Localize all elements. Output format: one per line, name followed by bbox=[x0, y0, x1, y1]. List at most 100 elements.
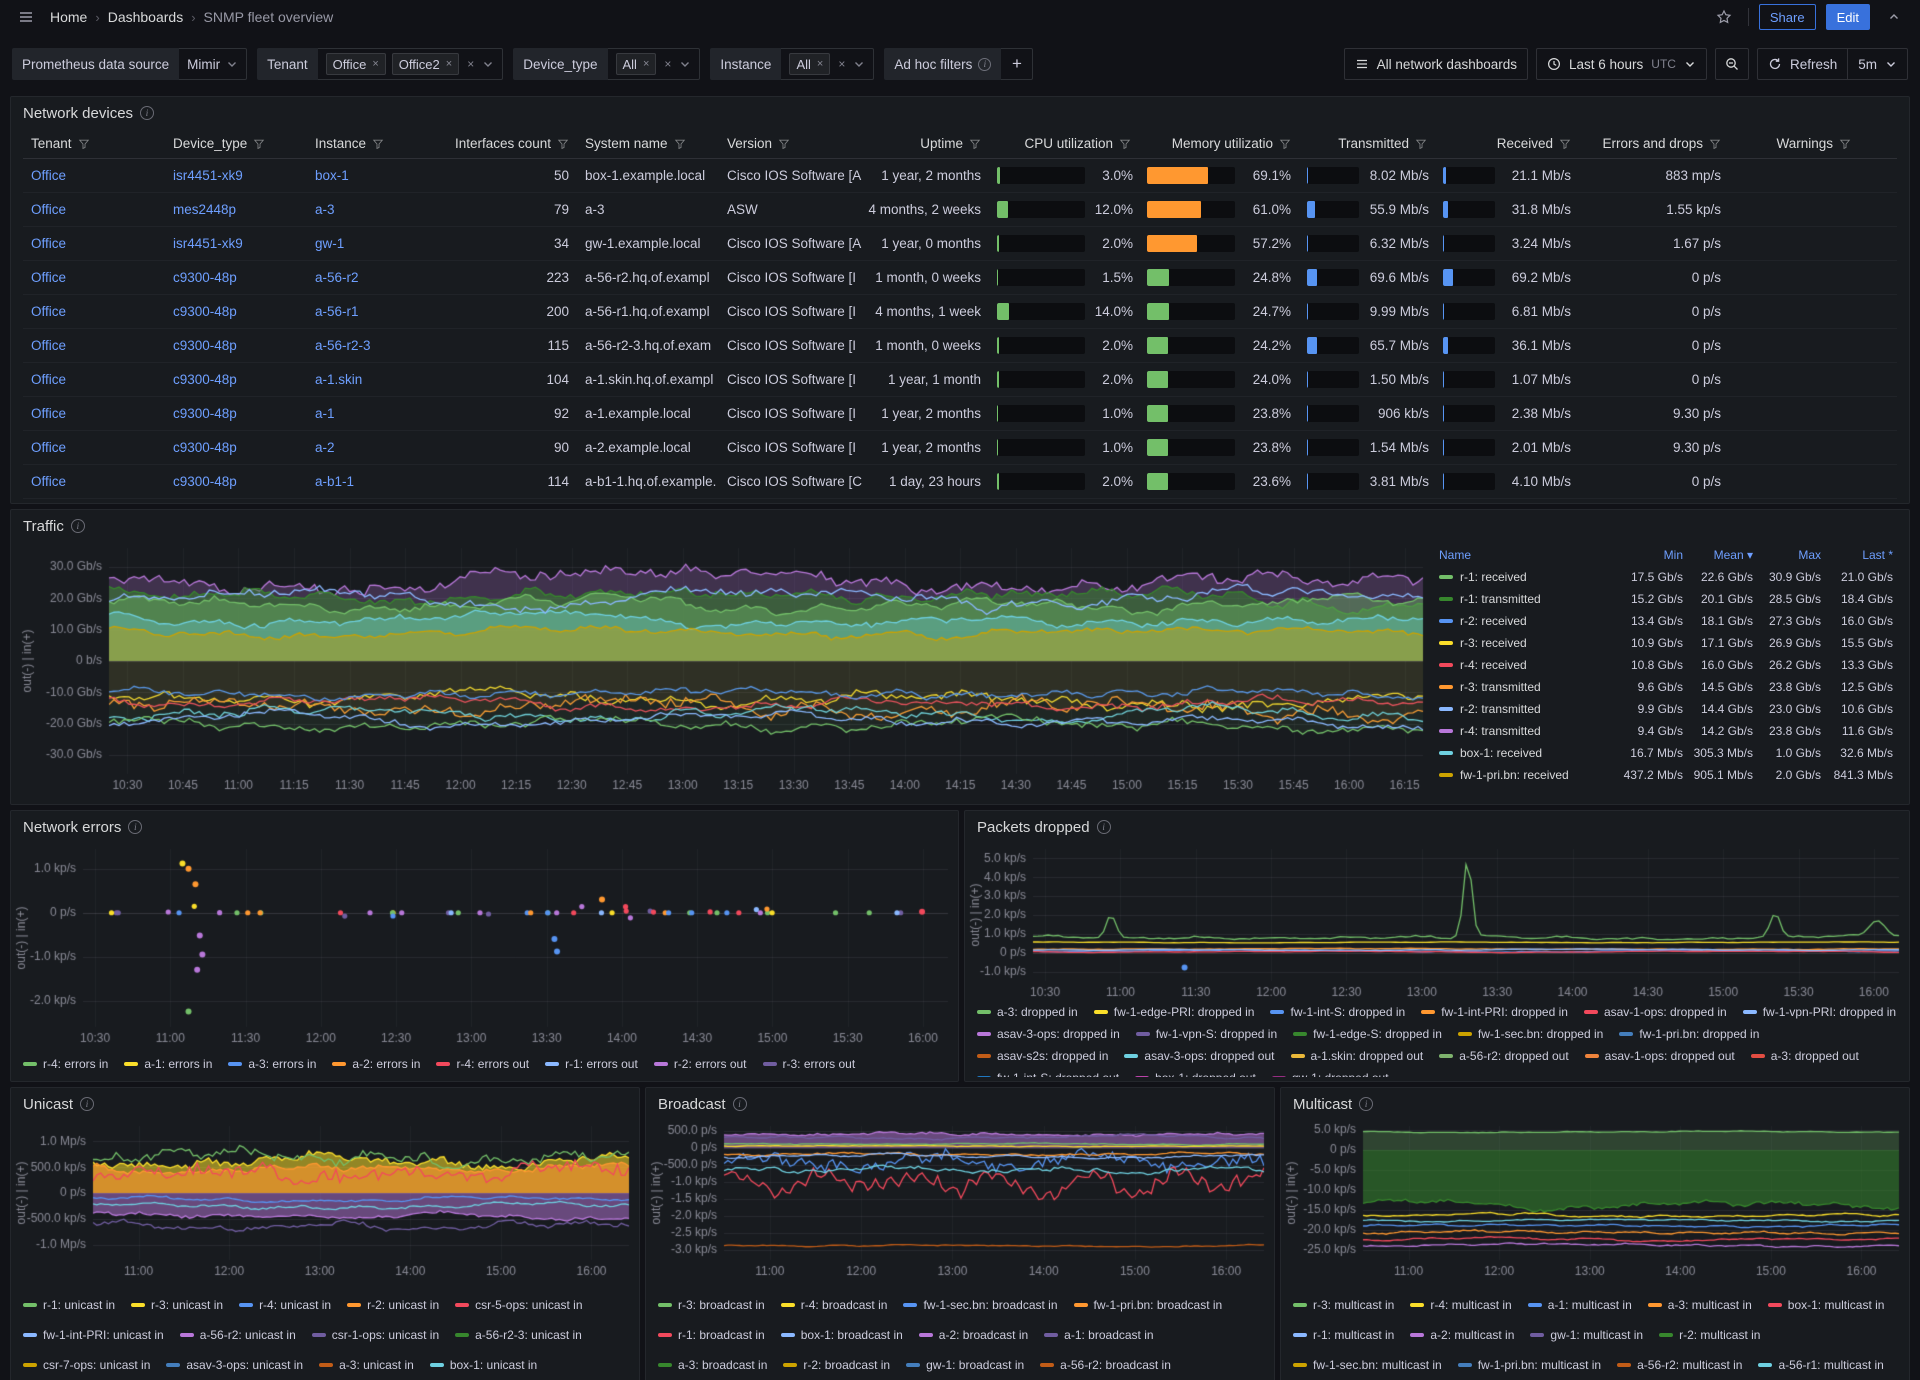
zoom-out-button[interactable] bbox=[1715, 48, 1749, 80]
legend-series[interactable]: r-2: received bbox=[1439, 614, 1611, 628]
legend-column-header[interactable]: Max bbox=[1753, 548, 1821, 562]
clear-icon[interactable]: × bbox=[838, 57, 845, 71]
instance-link[interactable]: a-56-r1 bbox=[315, 304, 359, 319]
instance-link[interactable]: a-1.skin bbox=[315, 372, 362, 387]
legend-series[interactable]: r-3: transmitted bbox=[1439, 680, 1611, 694]
legend-column-header[interactable]: Mean ▾ bbox=[1683, 548, 1753, 562]
legend-item[interactable]: a-56-r2: unicast in bbox=[180, 1320, 296, 1350]
clear-icon[interactable]: × bbox=[467, 57, 474, 71]
remove-icon[interactable]: × bbox=[817, 58, 823, 70]
info-icon[interactable]: i bbox=[71, 519, 85, 533]
star-dashboard-button[interactable] bbox=[1710, 3, 1738, 31]
filter-value-chip[interactable]: All× bbox=[789, 53, 830, 75]
column-header-label[interactable]: Uptime bbox=[920, 136, 963, 151]
legend-item[interactable]: a-56-r2-3: unicast in bbox=[455, 1320, 582, 1350]
legend-item[interactable]: a-1: broadcast in bbox=[1044, 1320, 1153, 1350]
filter-icon[interactable] bbox=[969, 138, 981, 150]
device-type-link[interactable]: c9300-48p bbox=[173, 372, 237, 387]
legend-item[interactable]: a-1.skin: dropped out bbox=[1291, 1045, 1424, 1067]
legend-item[interactable]: r-2: unicast in bbox=[347, 1290, 439, 1320]
legend-item[interactable]: fw-1-edge-S: dropped in bbox=[1293, 1023, 1442, 1045]
legend-item[interactable]: r-2: multicast in bbox=[1659, 1320, 1760, 1350]
instance-link[interactable]: a-56-r2 bbox=[315, 270, 359, 285]
device-type-link[interactable]: c9300-48p bbox=[173, 474, 237, 489]
legend-item[interactable]: a-2: errors in bbox=[332, 1051, 420, 1077]
legend-item[interactable]: a-3: errors in bbox=[228, 1051, 316, 1077]
refresh-interval-select[interactable]: 5m bbox=[1847, 49, 1907, 79]
legend-series[interactable]: r-1: transmitted bbox=[1439, 592, 1611, 606]
column-header-label[interactable]: Instance bbox=[315, 136, 366, 151]
legend-item[interactable]: fw-1-int-PRI: unicast in bbox=[23, 1320, 164, 1350]
legend-item[interactable]: r-1: broadcast in bbox=[658, 1320, 765, 1350]
legend-item[interactable]: box-1: dropped out bbox=[1135, 1067, 1256, 1077]
breadcrumb-dashboards[interactable]: Dashboards bbox=[108, 9, 184, 25]
filter-icon[interactable] bbox=[557, 138, 569, 150]
menu-toggle-button[interactable] bbox=[12, 3, 40, 31]
device-type-link[interactable]: c9300-48p bbox=[173, 406, 237, 421]
all-network-dashboards-button[interactable]: All network dashboards bbox=[1344, 48, 1528, 80]
legend-column-header[interactable]: Last * bbox=[1821, 548, 1893, 562]
tenant-link[interactable]: Office bbox=[31, 236, 66, 251]
legend-item[interactable]: a-1: errors in bbox=[124, 1051, 212, 1077]
legend-item[interactable]: a-56-r1: multicast in bbox=[1758, 1350, 1883, 1380]
legend-item[interactable]: fw-1-sec.bn: dropped in bbox=[1458, 1023, 1603, 1045]
legend-item[interactable]: asav-1-ops: dropped out bbox=[1585, 1045, 1735, 1067]
device-type-link[interactable]: mes2448p bbox=[173, 202, 236, 217]
instance-link[interactable]: box-1 bbox=[315, 168, 349, 183]
legend-item[interactable]: fw-1-int-S: dropped out bbox=[977, 1067, 1119, 1077]
tenant-link[interactable]: Office bbox=[31, 406, 66, 421]
legend-item[interactable]: r-1: multicast in bbox=[1293, 1320, 1394, 1350]
column-header-label[interactable]: Received bbox=[1497, 136, 1553, 151]
clear-icon[interactable]: × bbox=[664, 57, 671, 71]
legend-item[interactable]: a-3: broadcast in bbox=[658, 1350, 767, 1380]
filter-icon[interactable] bbox=[778, 138, 790, 150]
tenant-link[interactable]: Office bbox=[31, 270, 66, 285]
device-type-link[interactable]: c9300-48p bbox=[173, 304, 237, 319]
legend-item[interactable]: fw-1-pri.bn: multicast in bbox=[1458, 1350, 1601, 1380]
multicast-chart[interactable] bbox=[1281, 1120, 1909, 1280]
tenant-link[interactable]: Office bbox=[31, 304, 66, 319]
filter-icon[interactable] bbox=[78, 138, 90, 150]
legend-column-header[interactable]: Min bbox=[1611, 548, 1683, 562]
device-type-link[interactable]: c9300-48p bbox=[173, 270, 237, 285]
info-icon[interactable]: i bbox=[733, 1097, 747, 1111]
share-button[interactable]: Share bbox=[1759, 4, 1816, 30]
info-icon[interactable]: i bbox=[80, 1097, 94, 1111]
filter-icon[interactable] bbox=[1559, 138, 1571, 150]
tenant-link[interactable]: Office bbox=[31, 474, 66, 489]
legend-item[interactable]: r-3: errors out bbox=[763, 1051, 856, 1077]
legend-item[interactable]: r-4: multicast in bbox=[1410, 1290, 1511, 1320]
filter-icon[interactable] bbox=[372, 138, 384, 150]
legend-item[interactable]: r-4: errors out bbox=[436, 1051, 529, 1077]
edit-button[interactable]: Edit bbox=[1826, 4, 1870, 30]
legend-item[interactable]: a-2: broadcast in bbox=[919, 1320, 1028, 1350]
legend-item[interactable]: r-2: broadcast in bbox=[783, 1350, 890, 1380]
device-type-link[interactable]: c9300-48p bbox=[173, 440, 237, 455]
legend-item[interactable]: a-3: unicast in bbox=[319, 1350, 414, 1380]
info-icon[interactable]: i bbox=[978, 58, 991, 71]
unicast-chart[interactable] bbox=[11, 1120, 639, 1280]
legend-item[interactable]: a-3: dropped out bbox=[1751, 1045, 1859, 1067]
legend-item[interactable]: fw-1-sec.bn: multicast in bbox=[1293, 1350, 1442, 1380]
legend-item[interactable]: fw-1-int-S: dropped in bbox=[1270, 1001, 1405, 1023]
legend-series[interactable]: r-4: received bbox=[1439, 658, 1611, 672]
legend-item[interactable]: csr-5-ops: unicast in bbox=[455, 1290, 582, 1320]
info-icon[interactable]: i bbox=[1097, 820, 1111, 834]
legend-item[interactable]: a-1: multicast in bbox=[1528, 1290, 1632, 1320]
info-icon[interactable]: i bbox=[128, 820, 142, 834]
legend-item[interactable]: r-3: unicast in bbox=[131, 1290, 223, 1320]
remove-icon[interactable]: × bbox=[372, 58, 378, 70]
packets-dropped-chart[interactable] bbox=[965, 843, 1909, 1001]
tenant-link[interactable]: Office bbox=[31, 372, 66, 387]
legend-item[interactable]: gw-1: broadcast in bbox=[906, 1350, 1024, 1380]
legend-item[interactable]: fw-1-pri.bn: dropped in bbox=[1619, 1023, 1759, 1045]
tenant-link[interactable]: Office bbox=[31, 202, 66, 217]
filter-icon[interactable] bbox=[253, 138, 265, 150]
column-header-label[interactable]: Memory utilizatio bbox=[1172, 136, 1273, 151]
network-errors-chart[interactable] bbox=[11, 843, 958, 1047]
legend-item[interactable]: asav-3-ops: dropped in bbox=[977, 1023, 1120, 1045]
tenant-link[interactable]: Office bbox=[31, 440, 66, 455]
filter-icon[interactable] bbox=[674, 138, 686, 150]
var-device-type-picker[interactable]: All× × bbox=[608, 48, 701, 80]
legend-series[interactable]: fw-1-pri.bn: received bbox=[1439, 768, 1611, 782]
